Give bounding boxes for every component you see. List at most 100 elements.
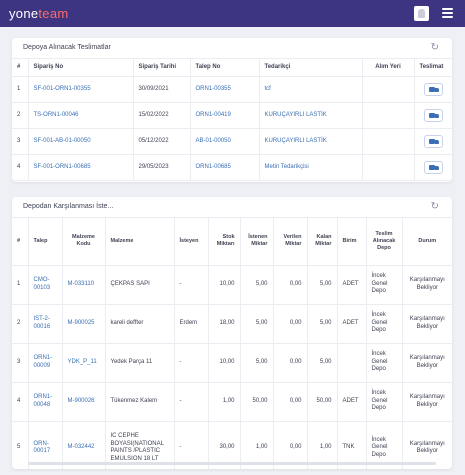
request-number-link[interactable]: ORN1-00419 [190,102,260,129]
column-header[interactable]: # [12,218,29,266]
purchase-location [362,102,415,129]
status-text: Karşılanmayı Bekliyor [402,304,452,344]
material-code-link[interactable]: YDK_P_11 [62,343,106,383]
delivery-cell [414,128,452,155]
column-header[interactable]: Durum [402,218,452,266]
row-index: 2 [12,102,29,129]
row-index: 1 [12,265,29,305]
column-header[interactable]: Talep [28,218,63,266]
truck-icon[interactable] [423,82,443,96]
stock-qty: 18,00 [208,304,241,344]
material-name: Tükenmez Kalem [105,382,175,422]
order-date: 15/02/2022 [133,102,191,129]
requester: - [174,382,209,422]
logo-text: yone [9,6,39,21]
order-date: 30/09/2021 [133,76,191,103]
column-header[interactable]: # [12,59,29,77]
table-row: 4 SF-001-ORN1-00685 29/05/2023 ORN1-0068… [12,154,452,181]
request-number-link[interactable]: AB-01-00050 [190,128,260,155]
column-header[interactable]: İstenen Miktar [240,218,274,266]
logo-accent-text: team [38,6,69,21]
hamburger-icon[interactable] [442,8,453,18]
user-avatar-button[interactable] [414,6,429,21]
table-header-row: # Sipariş No Sipariş Tarihi Talep No Ted… [12,59,452,77]
column-header[interactable]: Malzeme Kodu [62,218,106,266]
remaining-qty: 50,00 [307,382,338,422]
status-text: Karşılanmayı Bekliyor [402,382,452,422]
column-header[interactable]: Teslim Alınacak Depo [366,218,403,266]
panel-header: Depoya Alınacak Teslimatlar ↻ [12,38,452,59]
supplier-link[interactable]: tcf [259,76,363,103]
refresh-icon[interactable]: ↻ [431,43,439,53]
table-header-row: # Talep Malzeme Kodu Malzeme İsteyen Sto… [12,218,452,266]
material-code-link[interactable]: M-033110 [62,265,106,305]
request-link[interactable]: CMO-00103 [28,265,63,305]
row-index: 1 [12,76,29,103]
supplier-link[interactable]: KURUÇAYIRLI LASTİK [259,102,363,129]
unit [337,343,367,383]
truck-icon[interactable] [423,160,443,174]
purchase-location [362,128,415,155]
requester: - [174,343,209,383]
request-link[interactable]: ORN1-00009 [28,343,63,383]
given-qty: 0,00 [273,382,308,422]
remaining-qty: 5,00 [307,343,338,383]
horizontal-scrollbar[interactable] [28,462,436,465]
supplier-link[interactable]: KURUÇAYIRLI LASTİK [259,128,363,155]
order-number-link[interactable]: TS-ORN1-00046 [28,102,134,129]
delivery-cell [414,154,452,181]
request-link[interactable]: ORN1-00048 [28,382,63,422]
delivery-warehouse: İncek Genel Depo [366,265,403,305]
column-header[interactable]: Malzeme [105,218,175,266]
column-header[interactable]: İsteyen [174,218,209,266]
column-header[interactable]: Teslimat [414,59,452,77]
order-number-link[interactable]: SF-001-ORN1-00355 [28,76,134,103]
given-qty: 0,00 [273,343,308,383]
warehouse-requests-table: # Talep Malzeme Kodu Malzeme İsteyen Sto… [12,218,452,469]
remaining-qty: 5,00 [307,265,338,305]
column-header[interactable]: Sipariş Tarihi [133,59,191,77]
order-number-link[interactable]: SF-001-AB-01-00050 [28,128,134,155]
column-header[interactable]: Kalan Miktar [307,218,338,266]
material-name: Yedek Parça 11 [105,343,175,383]
material-code-link[interactable]: M-900025 [62,304,106,344]
unit: ADET [337,265,367,305]
stock-qty: 10,00 [208,265,241,305]
truck-icon[interactable] [423,134,443,148]
status-text: Karşılanmayı Bekliyor [402,343,452,383]
supplier-link[interactable]: Metin Tedarikçisi [259,154,363,181]
refresh-icon[interactable]: ↻ [431,202,439,212]
requested-qty: 5,00 [240,265,274,305]
deliveries-table: # Sipariş No Sipariş Tarihi Talep No Ted… [12,59,452,181]
request-number-link[interactable]: ORN1-00685 [190,154,260,181]
requested-qty: 5,00 [240,343,274,383]
column-header[interactable]: Verilen Miktar [273,218,308,266]
table-row: 3 SF-001-AB-01-00050 05/12/2022 AB-01-00… [12,128,452,155]
stock-qty: 1,00 [208,382,241,422]
request-number-link[interactable]: ORN1-00355 [190,76,260,103]
delivery-warehouse: İncek Genel Depo [366,304,403,344]
column-header[interactable]: Talep No [190,59,260,77]
row-index: 5 [12,421,29,469]
truck-icon[interactable] [423,108,443,122]
delivery-warehouse: İncek Genel Depo [366,382,403,422]
column-header[interactable]: Tedarikçi [259,59,363,77]
column-header[interactable]: Birim [337,218,367,266]
material-code-link[interactable]: M-900026 [62,382,106,422]
requester: Erdem [174,304,209,344]
request-link[interactable]: IST-2-00016 [28,304,63,344]
column-header[interactable]: Stok Miktarı [208,218,241,266]
column-header[interactable]: Sipariş No [28,59,134,77]
warehouse-requests-panel: Depodan Karşılanması İste... ↻ # Talep M… [12,197,452,469]
table-row: 3 ORN1-00009 YDK_P_11 Yedek Parça 11 - 1… [12,343,452,383]
requester: - [174,265,209,305]
given-qty: 0,00 [273,304,308,344]
material-name: kareli deffter [105,304,175,344]
status-text: Karşılanmayı Bekliyor [402,265,452,305]
app-logo[interactable]: yoneteam [9,6,69,21]
material-name: ÇEKPAS SAPI [105,265,175,305]
table-row: 4 ORN1-00048 M-900026 Tükenmez Kalem - 1… [12,382,452,422]
order-number-link[interactable]: SF-001-ORN1-00685 [28,154,134,181]
remaining-qty: 5,00 [307,304,338,344]
column-header[interactable]: Alım Yeri [362,59,415,77]
